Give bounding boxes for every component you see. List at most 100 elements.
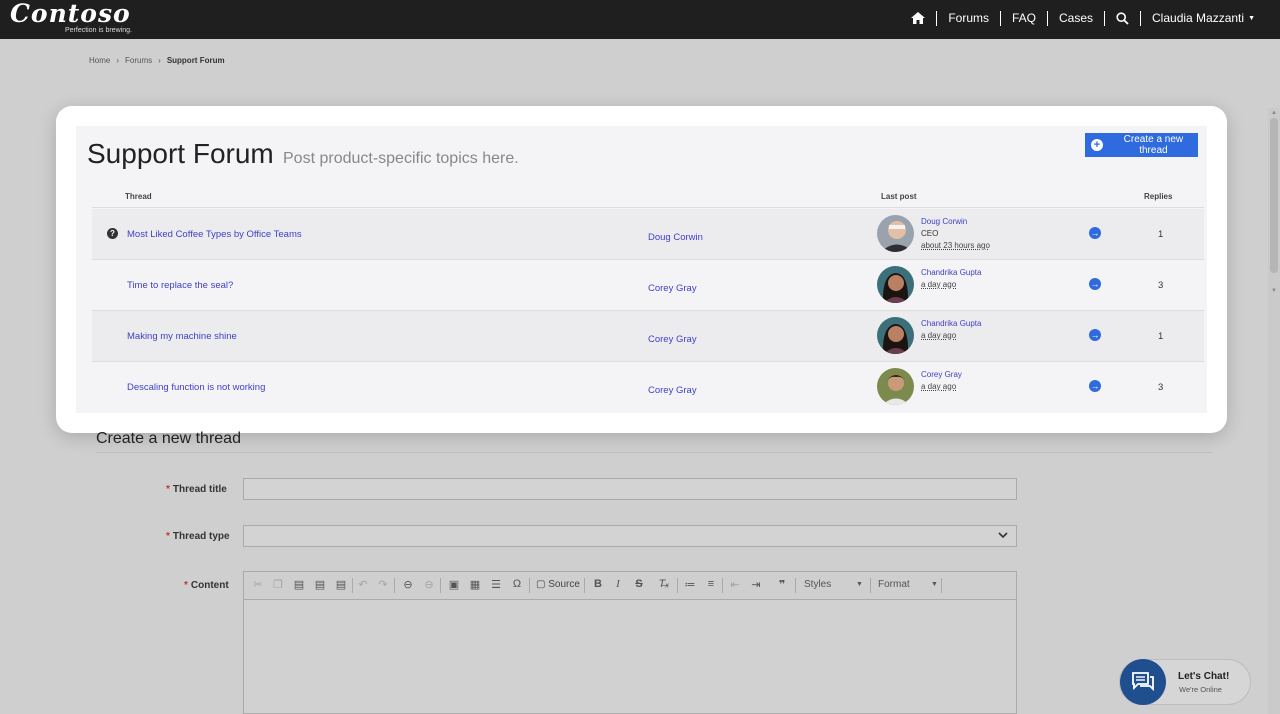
breadcrumb-forums[interactable]: Forums — [125, 56, 152, 65]
caret-down-icon: ▼ — [856, 581, 863, 588]
form-divider — [96, 452, 1212, 453]
page-scrollbar[interactable]: ▲ ▼ — [1268, 108, 1280, 714]
paste-text-icon[interactable]: ▤ — [312, 578, 328, 591]
nav-forums[interactable]: Forums — [936, 10, 1000, 26]
breadcrumb-current: Support Forum — [166, 56, 225, 65]
go-to-post-icon[interactable]: → — [1089, 329, 1101, 341]
avatar[interactable] — [877, 215, 914, 252]
cut-icon[interactable]: ✂ — [250, 578, 266, 591]
source-icon: ▢ — [536, 579, 546, 590]
thread-author-link[interactable]: Corey Gray — [648, 283, 697, 294]
caret-down-icon: ▼ — [1248, 14, 1255, 22]
required-marker: * — [166, 531, 170, 542]
scroll-down-icon[interactable]: ▼ — [1271, 288, 1277, 294]
numbered-list-icon[interactable]: ≔ — [682, 578, 698, 591]
last-post-time: about 23 hours ago — [921, 241, 990, 250]
paste-word-icon[interactable]: ▤ — [333, 578, 349, 591]
image-icon[interactable]: ▣ — [446, 578, 462, 591]
avatar[interactable] — [877, 317, 914, 354]
chat-bubble[interactable] — [1120, 659, 1166, 705]
thread-title-link[interactable]: Descaling function is not working — [127, 382, 265, 393]
toolbar-separator — [440, 578, 441, 593]
column-thread: Thread — [125, 192, 152, 201]
remove-format-icon[interactable]: T̶ₓ — [656, 578, 672, 590]
indent-icon[interactable]: ⇥ — [748, 578, 764, 591]
reply-count: 1 — [1158, 331, 1164, 342]
reply-count: 3 — [1158, 382, 1164, 393]
link-icon[interactable]: ⊖ — [400, 578, 416, 591]
last-post-author[interactable]: Doug Corwin — [921, 217, 967, 226]
table-row: ? Most Liked Coffee Types by Office Team… — [92, 209, 1204, 260]
unlink-icon[interactable]: ⊖ — [421, 578, 437, 591]
go-to-post-icon[interactable]: → — [1089, 227, 1101, 239]
italic-icon[interactable]: I — [610, 578, 626, 590]
create-thread-button[interactable]: + Create a new thread — [1085, 133, 1198, 157]
redo-icon[interactable]: ↷ — [375, 578, 391, 591]
chat-icon — [1132, 672, 1154, 692]
user-name: Claudia Mazzanti — [1152, 11, 1245, 25]
table-row: Time to replace the seal? Corey Gray Cha… — [92, 260, 1204, 311]
avatar[interactable] — [877, 368, 914, 405]
toolbar-separator — [677, 578, 678, 593]
styles-dropdown[interactable]: Styles ▼ — [804, 579, 864, 590]
home-link[interactable] — [900, 11, 936, 26]
paste-icon[interactable]: ▤ — [291, 578, 307, 591]
format-dropdown[interactable]: Format ▼ — [878, 579, 938, 590]
main-nav: Forums FAQ Cases Claudia Mazzanti ▼ — [900, 0, 1266, 36]
copy-icon[interactable]: ❐ — [270, 578, 286, 591]
forum-panel: Support Forum Post product-specific topi… — [76, 126, 1207, 413]
last-post-author[interactable]: Chandrika Gupta — [921, 268, 981, 277]
source-button[interactable]: ▢ Source — [536, 579, 580, 590]
thread-title-link[interactable]: Most Liked Coffee Types by Office Teams — [127, 229, 302, 240]
chat-widget[interactable]: Let's Chat! We're Online — [1119, 659, 1251, 705]
brand-tagline: Perfection is brewing. — [65, 27, 132, 34]
toolbar-separator — [394, 578, 395, 593]
nav-cases[interactable]: Cases — [1047, 10, 1104, 26]
user-menu[interactable]: Claudia Mazzanti ▼ — [1140, 10, 1266, 26]
last-post-author[interactable]: Corey Gray — [921, 370, 962, 379]
breadcrumb-separator-icon: › — [158, 56, 161, 65]
scrollbar-thumb[interactable] — [1270, 118, 1278, 273]
content-editor[interactable]: ✂ ❐ ▤ ▤ ▤ ↶ ↷ ⊖ ⊖ ▣ ▦ ☰ Ω ▢ Source B I S… — [243, 571, 1017, 714]
thread-title-input[interactable] — [243, 478, 1017, 500]
plus-icon: + — [1091, 139, 1103, 151]
thread-title-link[interactable]: Making my machine shine — [127, 331, 237, 342]
thread-type-select[interactable] — [243, 525, 1017, 547]
breadcrumb-separator-icon: › — [116, 56, 120, 65]
go-to-post-icon[interactable]: → — [1089, 380, 1101, 392]
thread-type-label: * Thread type — [166, 531, 230, 542]
undo-icon[interactable]: ↶ — [355, 578, 371, 591]
search-button[interactable] — [1104, 10, 1140, 26]
page-title: Support Forum — [87, 138, 274, 169]
go-to-post-icon[interactable]: → — [1089, 278, 1101, 290]
breadcrumb-home[interactable]: Home — [89, 56, 110, 65]
avatar[interactable] — [877, 266, 914, 303]
column-replies: Replies — [1144, 192, 1173, 201]
outdent-icon[interactable]: ⇤ — [727, 578, 743, 591]
toolbar-separator — [941, 578, 942, 593]
thread-author-link[interactable]: Corey Gray — [648, 334, 697, 345]
thread-author-link[interactable]: Doug Corwin — [648, 232, 703, 243]
thread-author-link[interactable]: Corey Gray — [648, 385, 697, 396]
bold-icon[interactable]: B — [590, 578, 606, 590]
editor-toolbar: ✂ ❐ ▤ ▤ ▤ ↶ ↷ ⊖ ⊖ ▣ ▦ ☰ Ω ▢ Source B I S… — [244, 572, 1016, 600]
search-icon — [1116, 11, 1129, 25]
strikethrough-icon[interactable]: S — [631, 578, 647, 590]
chat-title: Let's Chat! — [1178, 671, 1230, 682]
horizontal-rule-icon[interactable]: ☰ — [488, 578, 504, 591]
table-row: Making my machine shine Corey Gray Chand… — [92, 311, 1204, 362]
last-post-author[interactable]: Chandrika Gupta — [921, 319, 981, 328]
special-character-icon[interactable]: Ω — [509, 578, 525, 590]
bulleted-list-icon[interactable]: ≡ — [703, 578, 719, 590]
scroll-up-icon[interactable]: ▲ — [1271, 110, 1277, 116]
toolbar-separator — [870, 578, 871, 593]
required-marker: * — [166, 484, 170, 495]
last-post-time: a day ago — [921, 331, 957, 340]
blockquote-icon[interactable]: ❞ — [774, 578, 790, 591]
thread-title-link[interactable]: Time to replace the seal? — [127, 280, 233, 291]
nav-faq[interactable]: FAQ — [999, 10, 1047, 26]
toolbar-separator — [529, 578, 530, 593]
form-title: Create a new thread — [96, 430, 241, 447]
brand-logo[interactable]: Contoso Perfection is brewing. — [10, 1, 132, 35]
table-icon[interactable]: ▦ — [467, 578, 483, 591]
